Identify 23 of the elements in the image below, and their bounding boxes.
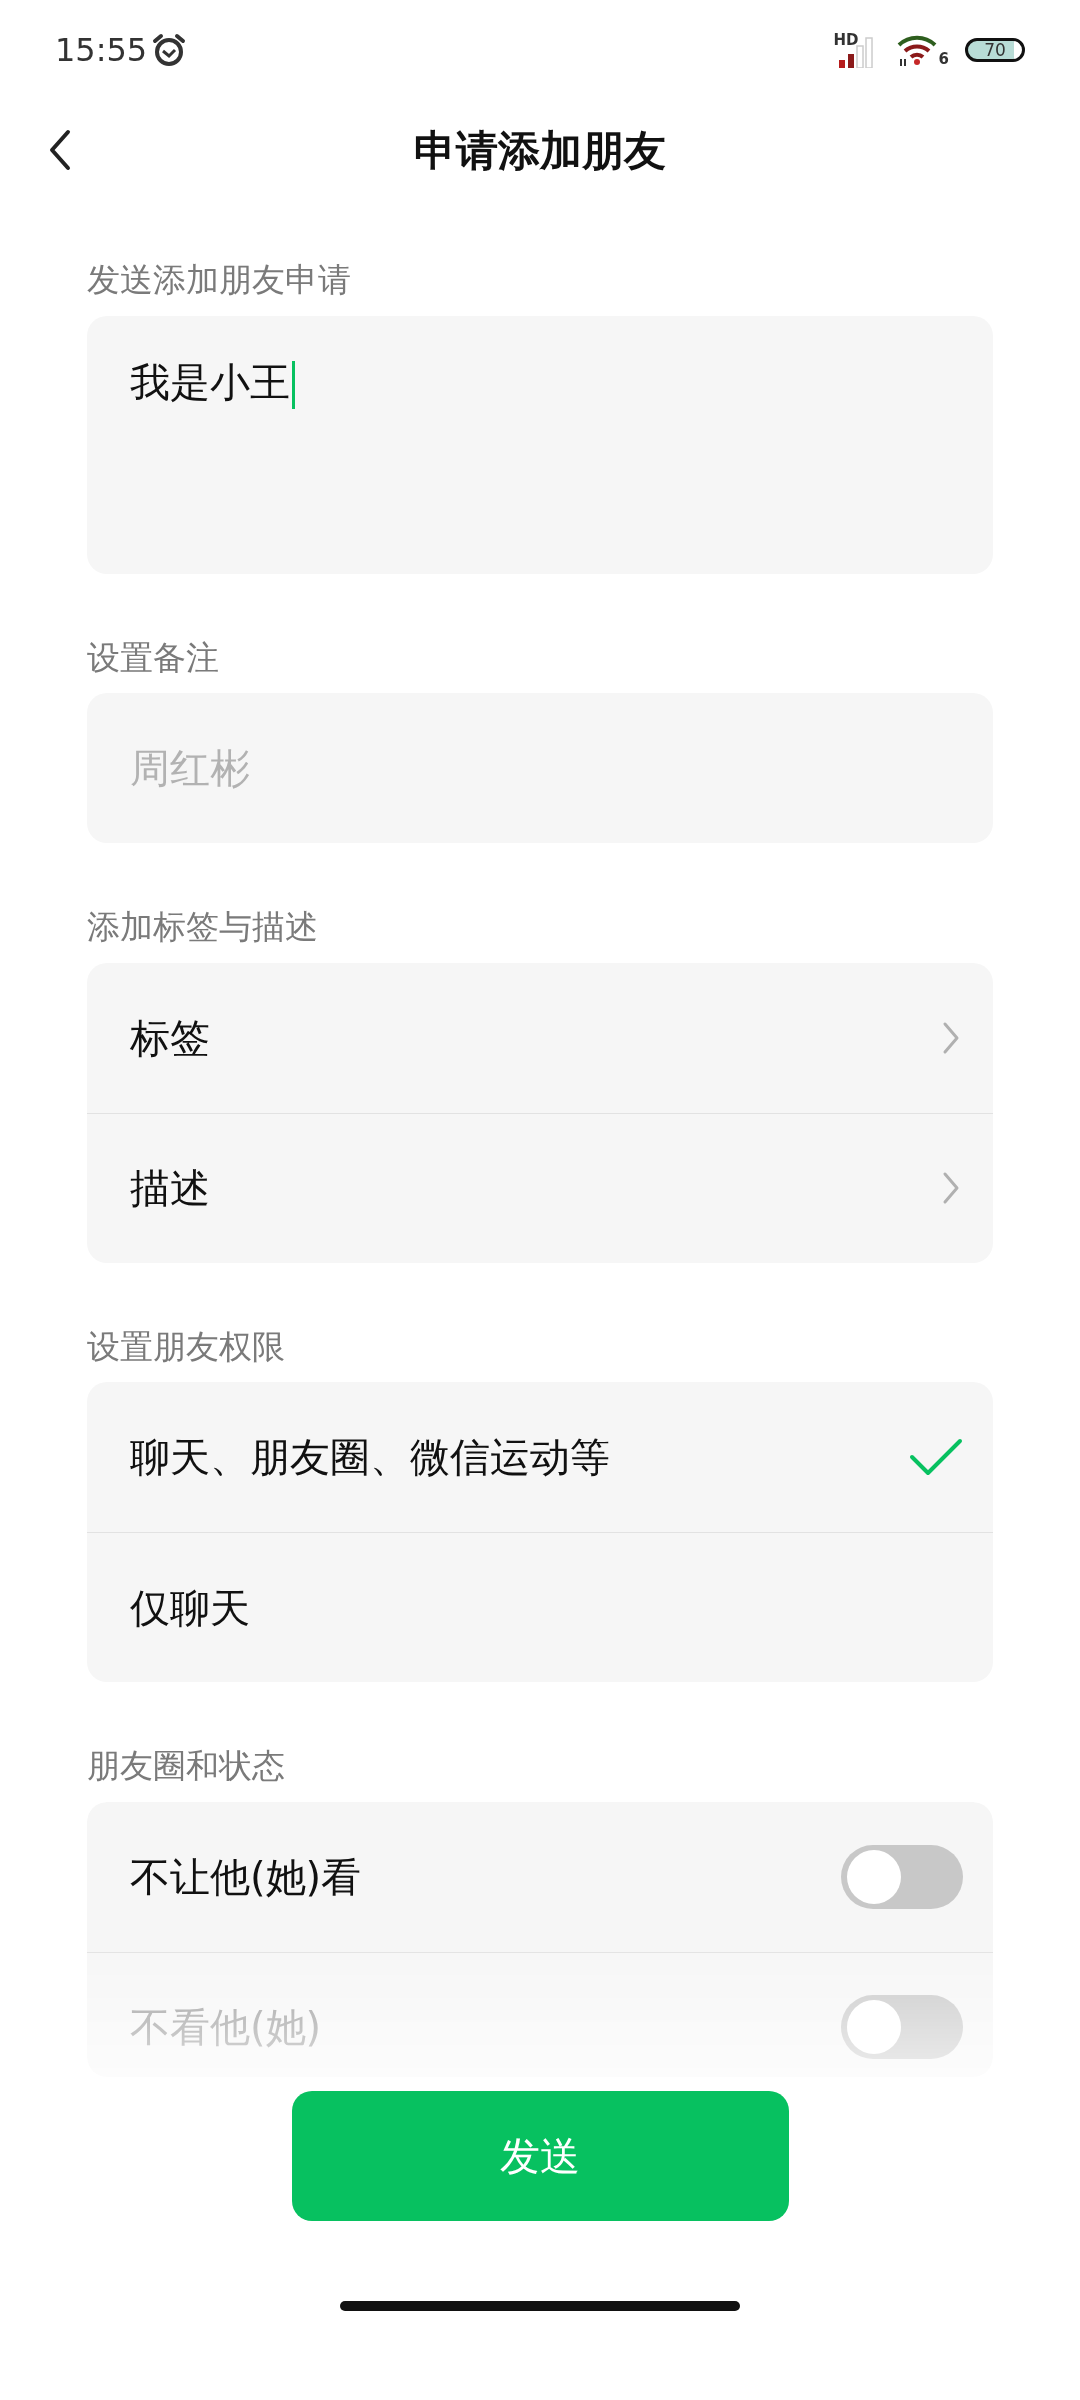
page-title: 申请添加朋友 — [414, 124, 666, 177]
text-cursor — [292, 360, 295, 409]
chevron-left-icon — [49, 129, 71, 171]
checkmark-icon — [909, 1437, 963, 1478]
toggle-label: 不让他(她)看 — [130, 1852, 362, 1902]
permission-option[interactable]: 仅聊天 — [87, 1532, 993, 1683]
battery-level: 70 — [965, 38, 1025, 62]
alarm-clock-icon — [151, 32, 188, 68]
section-label: 设置备注 — [87, 637, 220, 678]
remark-field[interactable]: 周红彬 — [87, 693, 993, 844]
permission-option[interactable]: 聊天、朋友圈、微信运动等 — [87, 1382, 993, 1533]
section-label: 朋友圈和状态 — [87, 1746, 286, 1786]
list-item[interactable]: 标签 — [87, 962, 993, 1113]
toggle-label: 不看他(她) — [130, 2003, 322, 2053]
list-item[interactable]: 描述 — [87, 1112, 993, 1263]
network-type-label: HD — [833, 32, 859, 48]
section-label: 发送添加朋友申请 — [87, 260, 352, 300]
section-label: 设置朋友权限 — [87, 1326, 286, 1367]
message-field[interactable]: 我是小王 — [87, 315, 993, 574]
home-indicator[interactable] — [340, 2300, 740, 2311]
wifi-standard-label: 6 — [938, 52, 949, 67]
clock-time: 15:55 — [55, 30, 148, 71]
section-label: 添加标签与描述 — [87, 907, 319, 947]
